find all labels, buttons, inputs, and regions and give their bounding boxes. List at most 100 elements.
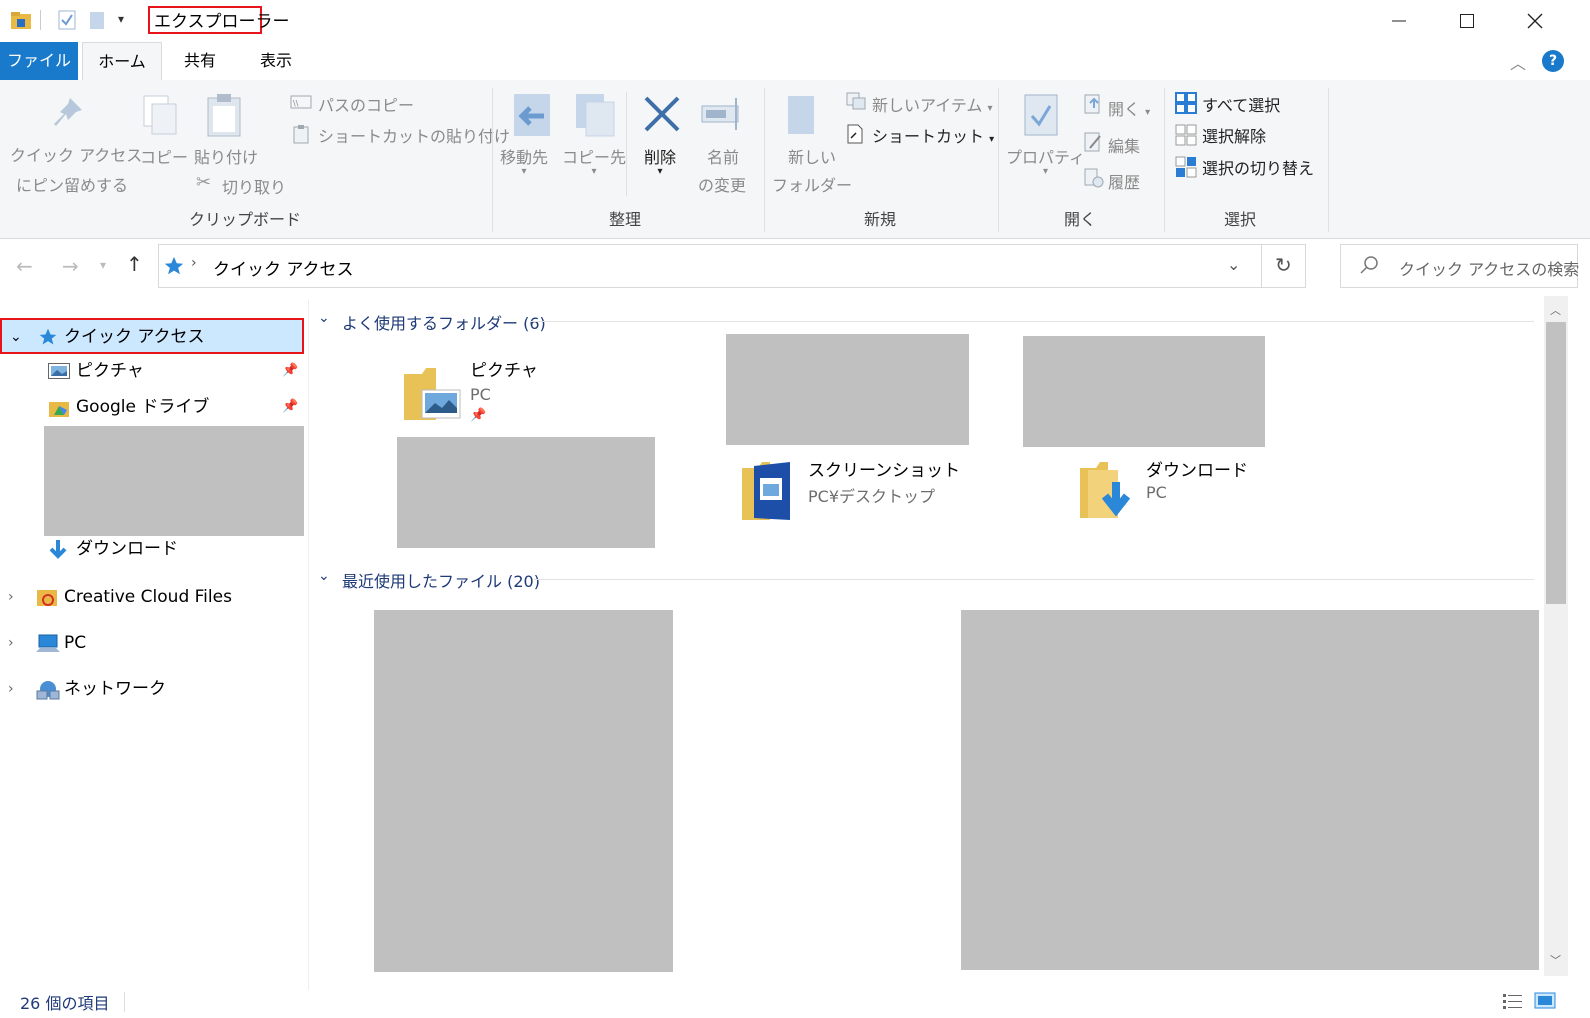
history-icon (1084, 168, 1104, 188)
scroll-down-icon[interactable]: ﹀ (1550, 952, 1561, 968)
address-dropdown-chevron-icon[interactable]: ⌄ (1227, 255, 1240, 274)
chevron-right-icon[interactable]: › (8, 580, 14, 614)
back-arrow-icon[interactable]: ← (16, 254, 33, 278)
properties-button[interactable]: プロパティ ▾ (1006, 144, 1085, 177)
folder-tile-downloads[interactable]: ダウンロード PC (1074, 452, 1334, 528)
nav-item-label: クイック アクセス (64, 327, 205, 347)
chevron-right-icon[interactable]: › (8, 626, 14, 660)
select-none-button[interactable]: 選択解除 (1202, 123, 1266, 147)
nav-item-label: ダウンロード (76, 539, 178, 559)
refresh-icon[interactable]: ↻ (1275, 253, 1292, 277)
select-all-button[interactable]: すべて選択 (1202, 92, 1280, 116)
ribbon-divider (492, 88, 493, 232)
nav-item-pc[interactable]: › PC (0, 626, 304, 660)
svg-text:\\: \\ (293, 99, 299, 108)
screenshot-folder-icon (740, 460, 794, 522)
group-label-clipboard: クリップボード (188, 210, 301, 229)
search-input[interactable]: クイック アクセスの検索 (1340, 244, 1580, 288)
shortcut-button[interactable]: ショートカット ▾ (872, 123, 994, 147)
tab-view[interactable]: 表示 (244, 42, 308, 80)
tab-file[interactable]: ファイル (0, 42, 78, 80)
tab-home[interactable]: ホーム (82, 42, 162, 81)
status-bar: 26 個の項目 (0, 990, 1590, 1018)
collapse-ribbon-icon[interactable]: ︿ (1510, 50, 1526, 74)
nav-item-quick-access[interactable]: ⌄ クイック アクセス (0, 318, 304, 354)
tile-title: ピクチャ (470, 361, 538, 381)
section-header-frequent[interactable]: よく使用するフォルダー (6) (342, 310, 546, 334)
paste-shortcut-button[interactable]: ショートカットの貼り付け (318, 123, 510, 147)
collapse-frequent-chevron-icon[interactable]: ⌄ (318, 310, 330, 326)
tile-location: PC¥デスクトップ (808, 487, 936, 506)
open-button[interactable]: 開く ▾ (1108, 96, 1150, 120)
nav-item-pictures[interactable]: ピクチャ 📌 (0, 354, 304, 388)
nav-item-downloads[interactable]: ダウンロード (0, 532, 304, 566)
scroll-up-icon[interactable]: ︿ (1550, 302, 1561, 318)
new-item-button[interactable]: 新しいアイテム ▾ (872, 92, 993, 116)
customize-dropdown-icon[interactable]: ▾ (118, 12, 124, 26)
group-label-select: 選択 (1223, 210, 1256, 229)
chevron-down-icon: ▾ (989, 134, 995, 145)
ribbon-divider (626, 92, 627, 196)
breadcrumb-quick-access[interactable]: クイック アクセス (213, 255, 354, 280)
up-arrow-icon[interactable]: ↑ (126, 252, 143, 276)
download-arrow-icon (48, 539, 68, 561)
ribbon-divider (998, 88, 999, 232)
search-icon (1359, 255, 1379, 275)
nav-item-google-drive[interactable]: Google ドライブ 📌 (0, 390, 304, 424)
scrollbar-thumb[interactable] (1546, 322, 1566, 604)
redacted-block (961, 610, 1539, 970)
tile-location: PC (1146, 483, 1167, 502)
redacted-block (44, 426, 304, 536)
vertical-scrollbar[interactable]: ︿ ﹀ (1544, 296, 1568, 976)
scissors-icon: ✂ (196, 172, 212, 193)
nav-item-label: ピクチャ (76, 361, 144, 381)
details-view-icon[interactable] (1502, 992, 1524, 1010)
close-icon[interactable] (1512, 0, 1558, 42)
large-icons-view-icon[interactable] (1534, 992, 1556, 1010)
nav-item-creative-cloud[interactable]: › Creative Cloud Files (0, 580, 304, 614)
chevron-down-icon[interactable]: ⌄ (10, 320, 22, 354)
new-folder-icon (784, 92, 820, 138)
nav-item-network[interactable]: › ネットワーク (0, 672, 304, 706)
copy-button[interactable]: コピー (140, 144, 188, 168)
new-folder-button[interactable]: 新しい フォルダー (772, 144, 852, 196)
chevron-right-icon[interactable]: › (8, 672, 14, 706)
folder-app-icon[interactable] (10, 10, 32, 30)
help-icon[interactable]: ? (1542, 50, 1564, 72)
search-placeholder: クイック アクセスの検索 (1399, 260, 1580, 279)
ribbon-divider (1328, 88, 1329, 232)
redacted-block (726, 334, 969, 445)
ribbon-tabs: ファイル ホーム 共有 表示 ︿ ? (0, 42, 1590, 81)
collapse-recent-chevron-icon[interactable]: ⌄ (318, 568, 330, 584)
section-header-recent[interactable]: 最近使用したファイル (20) (342, 568, 540, 592)
select-none-icon (1175, 124, 1197, 146)
paste-button[interactable]: 貼り付け (194, 144, 258, 168)
folder-tile-screenshots[interactable]: スクリーンショット PC¥デスクトップ (736, 452, 996, 528)
edit-button[interactable]: 編集 (1108, 133, 1140, 157)
tab-share[interactable]: 共有 (168, 42, 232, 80)
folder-tile-pictures[interactable]: ピクチャ PC 📌 (398, 350, 658, 432)
recent-locations-chevron-icon[interactable]: ▾ (100, 258, 106, 272)
section-divider (534, 579, 1534, 580)
new-folder-quick-icon[interactable] (88, 10, 106, 30)
forward-arrow-icon[interactable]: → (62, 254, 79, 278)
rename-button[interactable]: 名前 の変更 (698, 144, 748, 196)
pin-quick-access-button[interactable]: クイック アクセス にピン留めする (10, 142, 142, 196)
minimize-icon[interactable] (1376, 0, 1422, 42)
cut-button[interactable]: 切り取り (222, 174, 286, 198)
invert-selection-button[interactable]: 選択の切り替え (1202, 155, 1314, 179)
copy-to-button[interactable]: コピー先 ▾ (562, 144, 626, 177)
copy-path-icon: \\ (290, 94, 312, 110)
maximize-icon[interactable] (1444, 0, 1490, 42)
pc-icon (36, 634, 60, 654)
address-bar[interactable]: › クイック アクセス ⌄ ↻ (158, 244, 1306, 288)
redacted-block (1023, 336, 1265, 447)
move-to-button[interactable]: 移動先 ▾ (500, 144, 548, 177)
nav-item-label: PC (64, 633, 87, 653)
delete-button[interactable]: 削除 ▾ (644, 144, 676, 177)
paste-shortcut-icon (292, 124, 310, 144)
nav-item-label: Google ドライブ (76, 397, 210, 417)
copy-path-button[interactable]: パスのコピー (318, 92, 414, 116)
properties-quick-icon[interactable] (58, 10, 76, 30)
history-button[interactable]: 履歴 (1108, 169, 1140, 193)
